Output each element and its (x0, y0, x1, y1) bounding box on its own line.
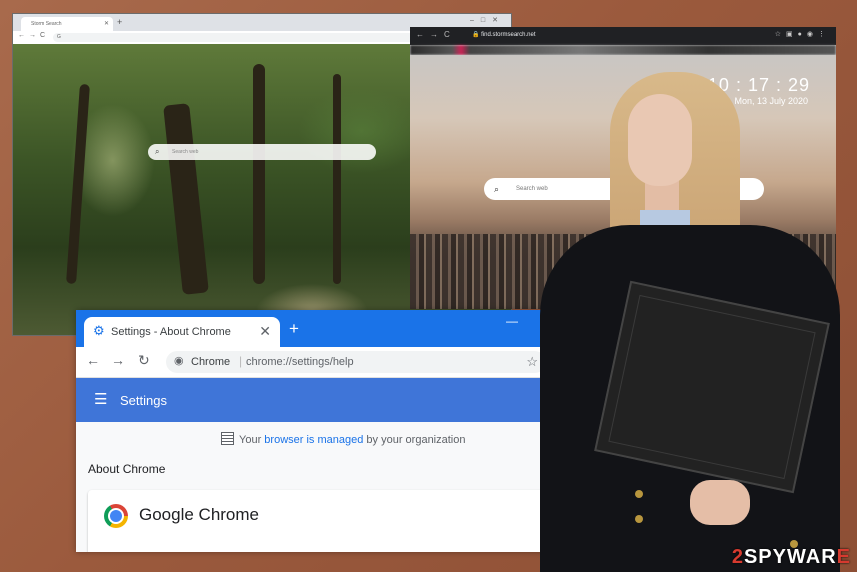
managed-notice: Your browser is managed by your organiza… (221, 432, 465, 446)
tree-trunk (163, 103, 209, 295)
jacket-button (635, 490, 643, 498)
tab-storm-search[interactable]: Storm Search ✕ (21, 17, 113, 31)
url-text: chrome://settings/help (246, 356, 354, 368)
nav-buttons[interactable]: ←→C (18, 32, 49, 39)
page-title: Settings (120, 393, 167, 408)
new-tab-icon[interactable]: + (289, 319, 299, 339)
address-bar[interactable]: 🔒 find.stormsearch.net (472, 31, 536, 38)
window-controls[interactable]: –□✕ (470, 16, 505, 24)
hand (690, 480, 750, 525)
watermark-prefix: 2 (731, 546, 744, 568)
search-icon: ⌕ (494, 184, 500, 194)
extension-icons[interactable]: ☆▣●◉⋮ (775, 30, 830, 38)
search-icon: ⌕ (155, 147, 160, 156)
watermark: 2SPYWARE (732, 546, 851, 569)
tree-trunk (333, 74, 341, 284)
tree-trunk (66, 83, 90, 285)
nav-buttons[interactable]: ←→C (416, 30, 456, 39)
managed-prefix: Your (239, 434, 262, 446)
search-input[interactable]: ⌕ Search web (148, 144, 376, 160)
search-placeholder: Search web (172, 149, 199, 155)
hamburger-menu-icon[interactable]: ☰ (94, 390, 107, 408)
blurred-bookmarks-bar (410, 45, 836, 55)
managed-link[interactable]: browser is managed (264, 434, 363, 446)
divider: | (239, 354, 243, 368)
section-title: About Chrome (88, 462, 166, 476)
minimize-icon[interactable]: — (506, 314, 518, 328)
tab-title: Settings - About Chrome (111, 326, 231, 338)
tab-title: Storm Search (31, 21, 62, 27)
watermark-text: SPYWAR (743, 546, 837, 568)
face (628, 94, 692, 186)
building-icon (221, 432, 234, 445)
forward-icon[interactable]: → (111, 352, 125, 368)
tree-trunk (253, 64, 265, 284)
gear-icon: ⚙ (93, 323, 105, 338)
new-tab-icon[interactable]: + (117, 17, 122, 27)
toolbar: ←→C 🔒 find.stormsearch.net ☆▣●◉⋮ (410, 27, 836, 45)
watermark-end: E (836, 546, 851, 568)
jacket-button (635, 515, 643, 523)
woman-with-binder (540, 60, 857, 572)
close-tab-icon[interactable]: ✕ (259, 323, 271, 340)
product-name: Google Chrome (139, 505, 260, 524)
url-text: find.stormsearch.net (481, 32, 536, 38)
bookmark-star-icon[interactable]: ☆ (526, 354, 538, 370)
close-tab-icon[interactable]: ✕ (104, 17, 109, 31)
tab-settings[interactable]: ⚙ Settings - About Chrome ✕ (84, 317, 280, 347)
back-icon[interactable]: ← (86, 352, 100, 368)
managed-suffix: by your organization (366, 434, 466, 446)
chrome-logo-icon (104, 504, 128, 528)
chrome-site-icon: ◉ (174, 355, 184, 367)
site-label: Chrome (191, 356, 231, 368)
reload-icon[interactable]: ↻ (138, 352, 150, 369)
address-bar[interactable]: ◉ Chrome | chrome://settings/help ☆ (166, 351, 546, 373)
